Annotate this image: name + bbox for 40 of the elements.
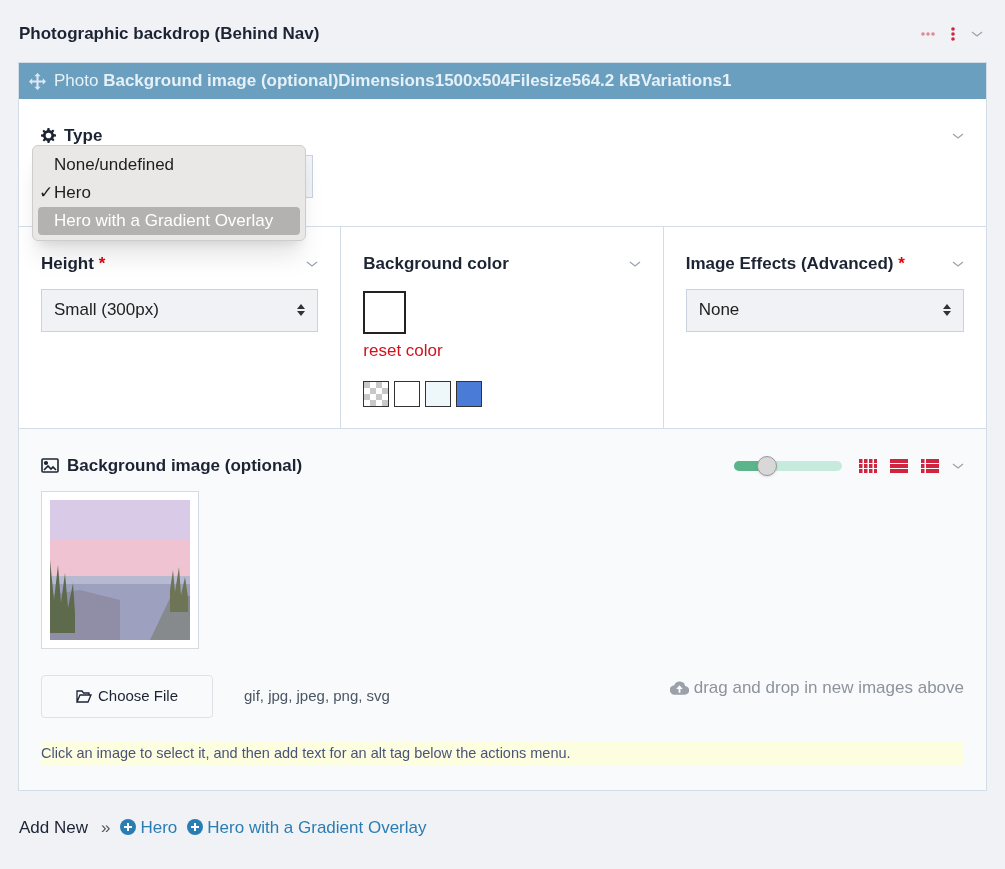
select-field[interactable]: None bbox=[685, 288, 964, 332]
image-thumbnail[interactable] bbox=[41, 490, 199, 649]
image-summary: Photo Background image (optional)Dimensions1500x504Filesize564.2 kBVariations1 bbox=[54, 70, 732, 93]
file-types: gif, jpg, jpeg, png, svg bbox=[244, 685, 390, 706]
select-field[interactable]: Small (300px) bbox=[41, 288, 319, 332]
more-vertical-icon[interactable] bbox=[951, 27, 955, 41]
menu-item[interactable]: ✓Hero bbox=[38, 179, 300, 207]
list-detail-icon[interactable] bbox=[890, 458, 908, 473]
separator: » bbox=[101, 816, 111, 839]
add-new-label: Add New bbox=[19, 816, 88, 839]
slider-thumb[interactable] bbox=[757, 455, 778, 476]
plus-circle-icon bbox=[120, 819, 137, 836]
sort-arrows-icon bbox=[297, 304, 306, 316]
gear-icon bbox=[41, 128, 56, 144]
add-link[interactable]: Hero bbox=[120, 814, 178, 840]
type-label: Type bbox=[64, 125, 103, 147]
choose-file-button[interactable]: Choose File bbox=[41, 674, 213, 718]
grid-icon[interactable] bbox=[859, 458, 877, 473]
cloud-upload-icon bbox=[669, 681, 689, 695]
menu-item[interactable]: None/undefined bbox=[38, 151, 300, 179]
add-link[interactable]: Hero with a Gradient Overlay bbox=[187, 814, 427, 840]
transparent-swatch[interactable] bbox=[363, 381, 390, 407]
section-title: Photographic backdrop (Behind Nav) bbox=[18, 23, 320, 46]
height-label: Height * bbox=[41, 253, 106, 275]
list-icon[interactable] bbox=[921, 458, 939, 473]
image-effects-label: Image Effects (Advanced) * bbox=[685, 253, 905, 275]
background-image-label: Background image (optional) bbox=[67, 455, 303, 477]
image-icon bbox=[41, 458, 59, 474]
sort-arrows-icon bbox=[943, 304, 951, 316]
color-preview[interactable] bbox=[363, 290, 407, 334]
drop-hint: drag and drop in new images above bbox=[693, 677, 964, 700]
color-swatch[interactable] bbox=[425, 381, 452, 407]
reset-color-link[interactable]: reset color bbox=[363, 337, 641, 363]
color-swatch[interactable] bbox=[456, 381, 483, 407]
background-color-label: Background color bbox=[363, 253, 509, 275]
plus-circle-icon bbox=[187, 819, 204, 836]
color-swatch[interactable] bbox=[394, 381, 421, 407]
help-text: Click an image to select it, and then add text for an alt tag below the actions menu. bbox=[41, 741, 964, 766]
folder-icon bbox=[75, 689, 92, 703]
zoom-slider[interactable] bbox=[734, 454, 842, 477]
